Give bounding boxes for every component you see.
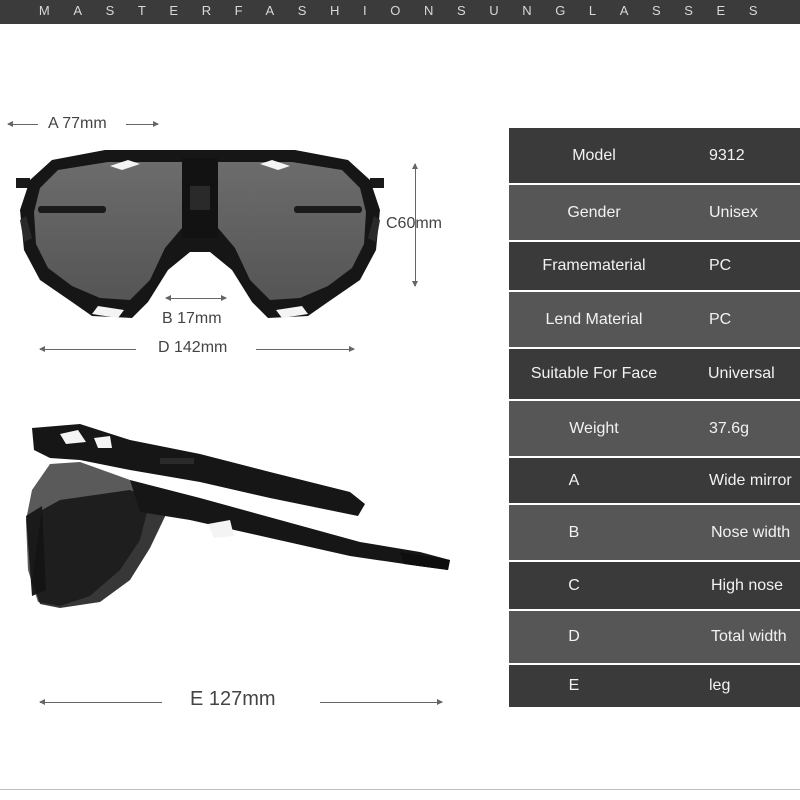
dimension-a-arrow-right xyxy=(126,121,159,127)
spec-value: PC xyxy=(709,257,732,274)
spec-key: Framematerial xyxy=(542,257,646,274)
spec-value: High nose xyxy=(711,576,784,594)
spec-value: PC xyxy=(709,310,732,328)
spec-key: Lend Material xyxy=(545,310,643,328)
spec-key: B xyxy=(568,523,580,541)
spec-value: leg xyxy=(709,677,731,694)
spec-row-framematerial: Framematerial PC xyxy=(509,242,800,290)
dimension-b-arrow xyxy=(165,295,227,301)
spec-row-weight: Weight 37.6g xyxy=(509,401,800,456)
spec-key: D xyxy=(568,628,580,645)
spec-value: 9312 xyxy=(709,146,745,164)
spec-key: C xyxy=(568,576,580,594)
spec-key: E xyxy=(568,677,580,694)
dimension-d-arrow-left xyxy=(39,346,136,352)
dimension-e-arrow-left xyxy=(39,699,162,705)
bottom-divider xyxy=(0,789,800,790)
dimension-e-arrow-right xyxy=(320,699,443,705)
spec-key: Suitable For Face xyxy=(530,365,658,382)
side-view-sunglasses xyxy=(26,424,450,608)
spec-value: Total width xyxy=(711,628,787,645)
dimension-e-label: E 127mm xyxy=(190,688,276,710)
spec-value: Nose width xyxy=(711,523,791,541)
dimension-c-label: C60mm xyxy=(386,215,443,232)
spec-row-a: A Wide mirror xyxy=(509,458,800,503)
spec-key: A xyxy=(568,471,580,489)
spec-row-c: C High nose xyxy=(509,562,800,609)
spec-key: Gender xyxy=(567,203,621,221)
spec-row-lend-material: Lend Material PC xyxy=(509,292,800,347)
spec-key: Model xyxy=(572,146,616,164)
spec-value: 37.6g xyxy=(709,419,750,437)
front-view-sunglasses xyxy=(16,150,384,318)
dimension-a-arrow-left xyxy=(7,121,38,127)
spec-value: Unisex xyxy=(709,203,758,221)
dimension-d-label: D 142mm xyxy=(158,339,228,356)
dimension-d-arrow-right xyxy=(256,346,355,352)
brand-title: MASTERFASHIONSUNGLASSES xyxy=(38,3,782,18)
spec-key: Weight xyxy=(569,419,619,437)
spec-table: Model 9312 Gender Unisex Framematerial P… xyxy=(509,128,800,707)
spec-row-suitable-for-face: Suitable For Face Universal xyxy=(509,349,800,399)
dimension-a-label: A 77mm xyxy=(48,115,107,132)
spec-value: Universal xyxy=(708,365,775,382)
spec-row-model: Model 9312 xyxy=(509,128,800,183)
spec-row-d: D Total width xyxy=(509,611,800,663)
spec-value: Wide mirror xyxy=(709,471,792,489)
spec-row-gender: Gender Unisex xyxy=(509,185,800,240)
dimension-b-label: B 17mm xyxy=(162,310,222,327)
spec-row-b: B Nose width xyxy=(509,505,800,560)
spec-row-e: E leg xyxy=(509,665,800,707)
